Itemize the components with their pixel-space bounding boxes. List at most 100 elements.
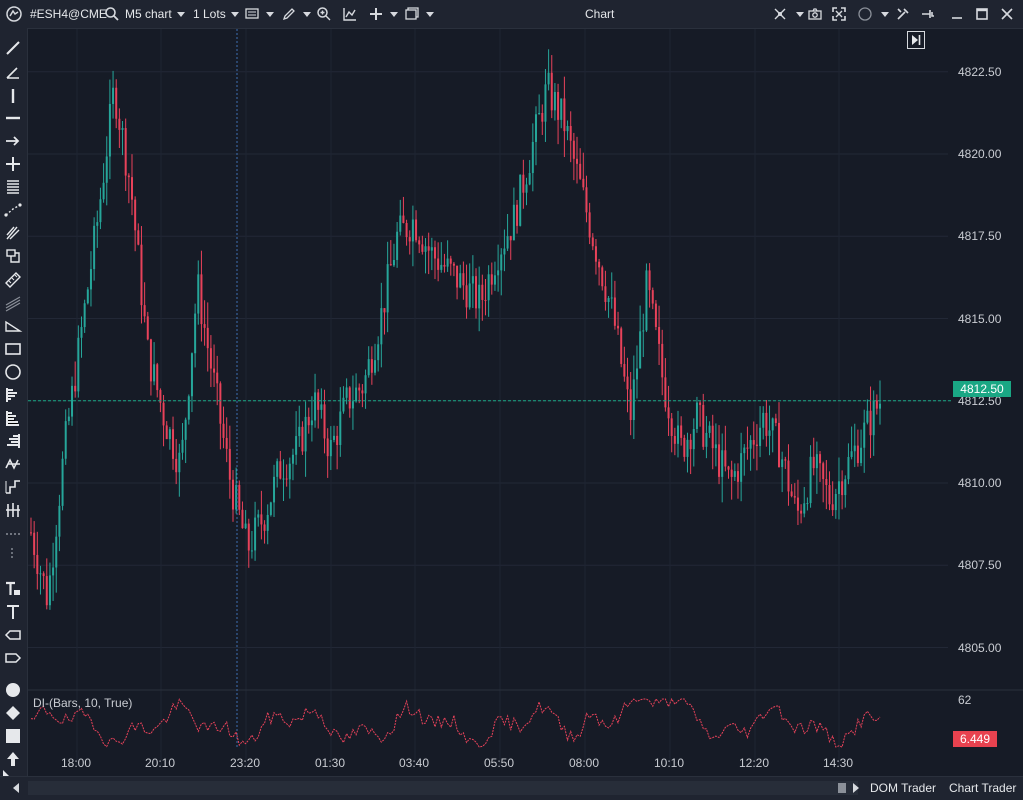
text-icon[interactable] bbox=[3, 602, 23, 622]
chevron-down-icon[interactable] bbox=[266, 12, 274, 17]
candle-body bbox=[241, 509, 244, 529]
chart-trader-button[interactable]: Chart Trader bbox=[949, 777, 1016, 800]
candle-body bbox=[746, 447, 749, 449]
candle-body bbox=[806, 503, 809, 505]
volume-profile-3-icon[interactable] bbox=[3, 431, 23, 451]
arrow-icon[interactable] bbox=[3, 131, 23, 151]
candle-body bbox=[749, 440, 752, 449]
di-minus-line bbox=[30, 697, 881, 748]
candle-body bbox=[184, 419, 187, 440]
chevron-down-icon[interactable] bbox=[426, 12, 434, 17]
candle-body bbox=[279, 461, 282, 479]
vertical-line-icon[interactable] bbox=[3, 86, 23, 106]
candle-body bbox=[266, 514, 269, 531]
gann-icon[interactable] bbox=[3, 246, 23, 266]
templates-icon[interactable] bbox=[404, 6, 420, 22]
pin-icon[interactable] bbox=[920, 6, 936, 22]
crosshair-icon[interactable] bbox=[368, 6, 384, 22]
candle-body bbox=[465, 285, 468, 308]
angle-tool-icon[interactable] bbox=[3, 62, 23, 82]
footprint-icon[interactable] bbox=[3, 454, 23, 474]
chevron-down-icon[interactable] bbox=[390, 12, 398, 17]
price-label-icon[interactable] bbox=[3, 648, 23, 668]
candle-body bbox=[263, 524, 266, 531]
diamond-marker-icon[interactable] bbox=[3, 703, 23, 723]
candle-body bbox=[345, 387, 348, 398]
volume-profile-2-icon[interactable] bbox=[3, 408, 23, 428]
candle-body bbox=[197, 274, 200, 314]
expand-icon[interactable] bbox=[831, 6, 847, 22]
zoom-icon[interactable] bbox=[316, 6, 332, 22]
candle-body bbox=[560, 98, 563, 120]
trend-channel-icon[interactable] bbox=[3, 200, 23, 220]
maximize-icon[interactable] bbox=[974, 6, 990, 22]
dot-marker-icon[interactable] bbox=[3, 680, 23, 700]
fibonacci-icon[interactable] bbox=[3, 177, 23, 197]
candle-body bbox=[358, 387, 361, 391]
camera-icon[interactable] bbox=[807, 6, 823, 22]
candle-body bbox=[96, 222, 99, 226]
indicators-icon[interactable] bbox=[342, 6, 358, 22]
chevron-down-icon[interactable] bbox=[881, 12, 889, 17]
text-lock-icon[interactable] bbox=[3, 579, 23, 599]
step-line-icon[interactable] bbox=[3, 477, 23, 497]
candle-body bbox=[175, 458, 178, 473]
crosshair-tool-icon[interactable] bbox=[3, 154, 23, 174]
symbol-selector[interactable]: #ESH4@CME bbox=[30, 0, 107, 28]
candle-body bbox=[771, 418, 774, 431]
settings-tools-icon[interactable] bbox=[895, 6, 911, 22]
timeframe-selector[interactable]: M5 chart bbox=[125, 0, 185, 28]
candle-body bbox=[534, 114, 537, 142]
timeframe-label: M5 chart bbox=[125, 7, 172, 21]
rectangle-icon[interactable] bbox=[3, 339, 23, 359]
candle-body bbox=[875, 400, 878, 409]
cluster-icon[interactable] bbox=[3, 500, 23, 520]
candle-body bbox=[683, 437, 686, 457]
label-icon[interactable] bbox=[3, 625, 23, 645]
circle-icon[interactable] bbox=[857, 6, 873, 22]
close-icon[interactable] bbox=[999, 6, 1015, 22]
candle-body bbox=[39, 573, 42, 575]
pitchfork-icon[interactable] bbox=[3, 223, 23, 243]
scroll-to-end-button[interactable] bbox=[907, 31, 925, 49]
candle-body bbox=[115, 87, 118, 119]
arrow-up-marker-icon[interactable] bbox=[3, 749, 23, 769]
scrollbar-thumb[interactable] bbox=[838, 783, 846, 793]
square-marker-icon[interactable] bbox=[3, 726, 23, 746]
triangle-icon[interactable] bbox=[3, 316, 23, 336]
chevron-down-icon[interactable] bbox=[303, 12, 311, 17]
ruler-icon[interactable] bbox=[3, 270, 23, 290]
grip-dots-icon[interactable] bbox=[3, 544, 23, 564]
candle-body bbox=[260, 514, 263, 525]
chevron-down-icon[interactable] bbox=[796, 12, 804, 17]
parallel-lines-icon[interactable] bbox=[3, 293, 23, 313]
candle-body bbox=[209, 348, 212, 369]
candle-body bbox=[863, 422, 866, 448]
scroll-right-icon[interactable] bbox=[852, 783, 860, 793]
ellipse-icon[interactable] bbox=[3, 362, 23, 382]
candle-body bbox=[673, 435, 676, 444]
price-chart[interactable] bbox=[28, 29, 1023, 775]
candle-body bbox=[310, 420, 313, 426]
minimize-icon[interactable] bbox=[949, 6, 965, 22]
volume-profile-icon[interactable] bbox=[3, 385, 23, 405]
candle-body bbox=[594, 246, 597, 262]
search-icon[interactable] bbox=[104, 6, 120, 22]
pencil-icon[interactable] bbox=[281, 6, 297, 22]
horizontal-scrollbar[interactable] bbox=[28, 781, 858, 795]
candle-body bbox=[497, 270, 500, 276]
candle-body bbox=[247, 523, 250, 551]
chart-type-icon[interactable] bbox=[244, 6, 260, 22]
candle-body bbox=[468, 283, 471, 308]
line-tool-icon[interactable] bbox=[3, 38, 23, 58]
scroll-left-icon[interactable] bbox=[12, 783, 20, 793]
horizontal-line-icon[interactable] bbox=[3, 108, 23, 128]
lots-selector[interactable]: 1 Lots bbox=[193, 0, 239, 28]
candle-body bbox=[730, 469, 733, 477]
price-axis-label: 4817.50 bbox=[958, 229, 1002, 244]
time-axis-label: 14:30 bbox=[823, 756, 854, 770]
trade-tools-icon[interactable] bbox=[772, 6, 788, 22]
dom-trader-button[interactable]: DOM Trader bbox=[870, 777, 936, 800]
candle-body bbox=[93, 225, 96, 270]
chart-area[interactable] bbox=[28, 29, 1023, 775]
